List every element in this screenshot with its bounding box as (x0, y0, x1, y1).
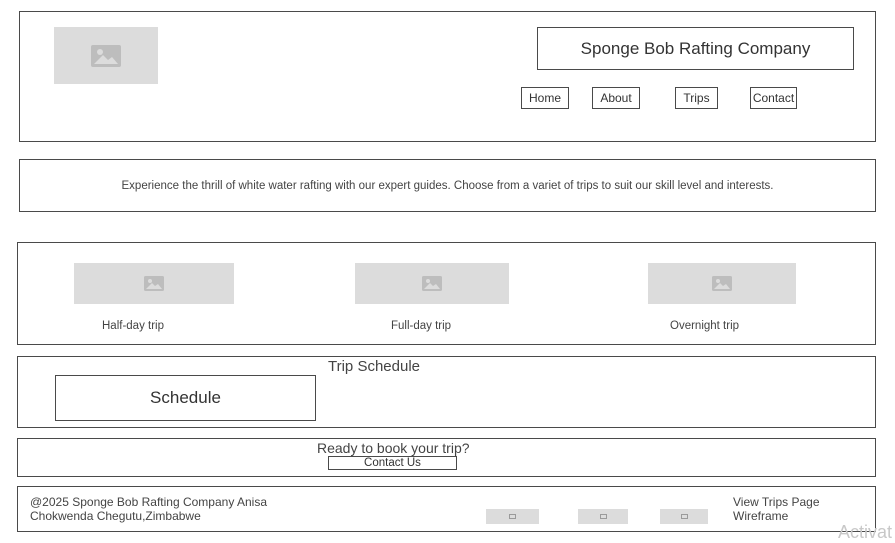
company-title-box: Sponge Bob Rafting Company (537, 27, 854, 70)
image-placeholder-icon (509, 514, 516, 519)
nav-home-button[interactable]: Home (521, 87, 569, 109)
nav-trips-button[interactable]: Trips (675, 87, 718, 109)
footer-page-title-line2: Wireframe (733, 509, 789, 523)
trip-label-overnight: Overnight trip (670, 320, 740, 332)
social-icon[interactable] (578, 509, 628, 524)
image-placeholder-icon (144, 276, 164, 291)
schedule-section: Trip Schedule Schedule (17, 356, 876, 428)
trips-section: Half-day trip Full-day trip Overnight tr… (17, 242, 876, 345)
schedule-title: Trip Schedule (328, 358, 420, 375)
trip-image-overnight[interactable] (648, 263, 796, 304)
image-placeholder-icon (712, 276, 732, 291)
trip-image-full-day[interactable] (355, 263, 509, 304)
company-title: Sponge Bob Rafting Company (580, 38, 811, 58)
footer-section: @2025 Sponge Bob Rafting Company Anisa C… (17, 486, 876, 532)
intro-section: Experience the thrill of white water raf… (19, 159, 876, 212)
trip-image-half-day[interactable] (74, 263, 234, 304)
schedule-box-label: Schedule (150, 388, 221, 407)
booking-section: Ready to book your trip? Contact Us (17, 438, 876, 477)
footer-copyright-line1: @2025 Sponge Bob Rafting Company Anisa (30, 495, 268, 509)
contact-us-button[interactable]: Contact Us (328, 456, 457, 470)
booking-prompt: Ready to book your trip? (317, 440, 470, 456)
image-placeholder-icon (91, 44, 121, 67)
header-section: Sponge Bob Rafting Company Home About Tr… (19, 11, 876, 142)
trip-label-full-day: Full-day trip (391, 320, 452, 332)
footer-page-title-line1: View Trips Page (733, 495, 820, 509)
social-icon[interactable] (486, 509, 539, 524)
intro-text: Experience the thrill of white water raf… (121, 179, 774, 192)
nav-about-button[interactable]: About (592, 87, 640, 109)
social-icon[interactable] (660, 509, 708, 524)
footer-copyright-line2: Chokwenda Chegutu,Zimbabwe (30, 509, 201, 523)
trip-label-half-day: Half-day trip (102, 320, 164, 332)
logo-placeholder (54, 27, 158, 84)
schedule-box[interactable]: Schedule (55, 375, 316, 421)
image-placeholder-icon (599, 514, 607, 519)
nav-contact-button[interactable]: Contact (750, 87, 797, 109)
image-placeholder-icon (422, 276, 442, 291)
image-placeholder-icon (680, 514, 688, 519)
